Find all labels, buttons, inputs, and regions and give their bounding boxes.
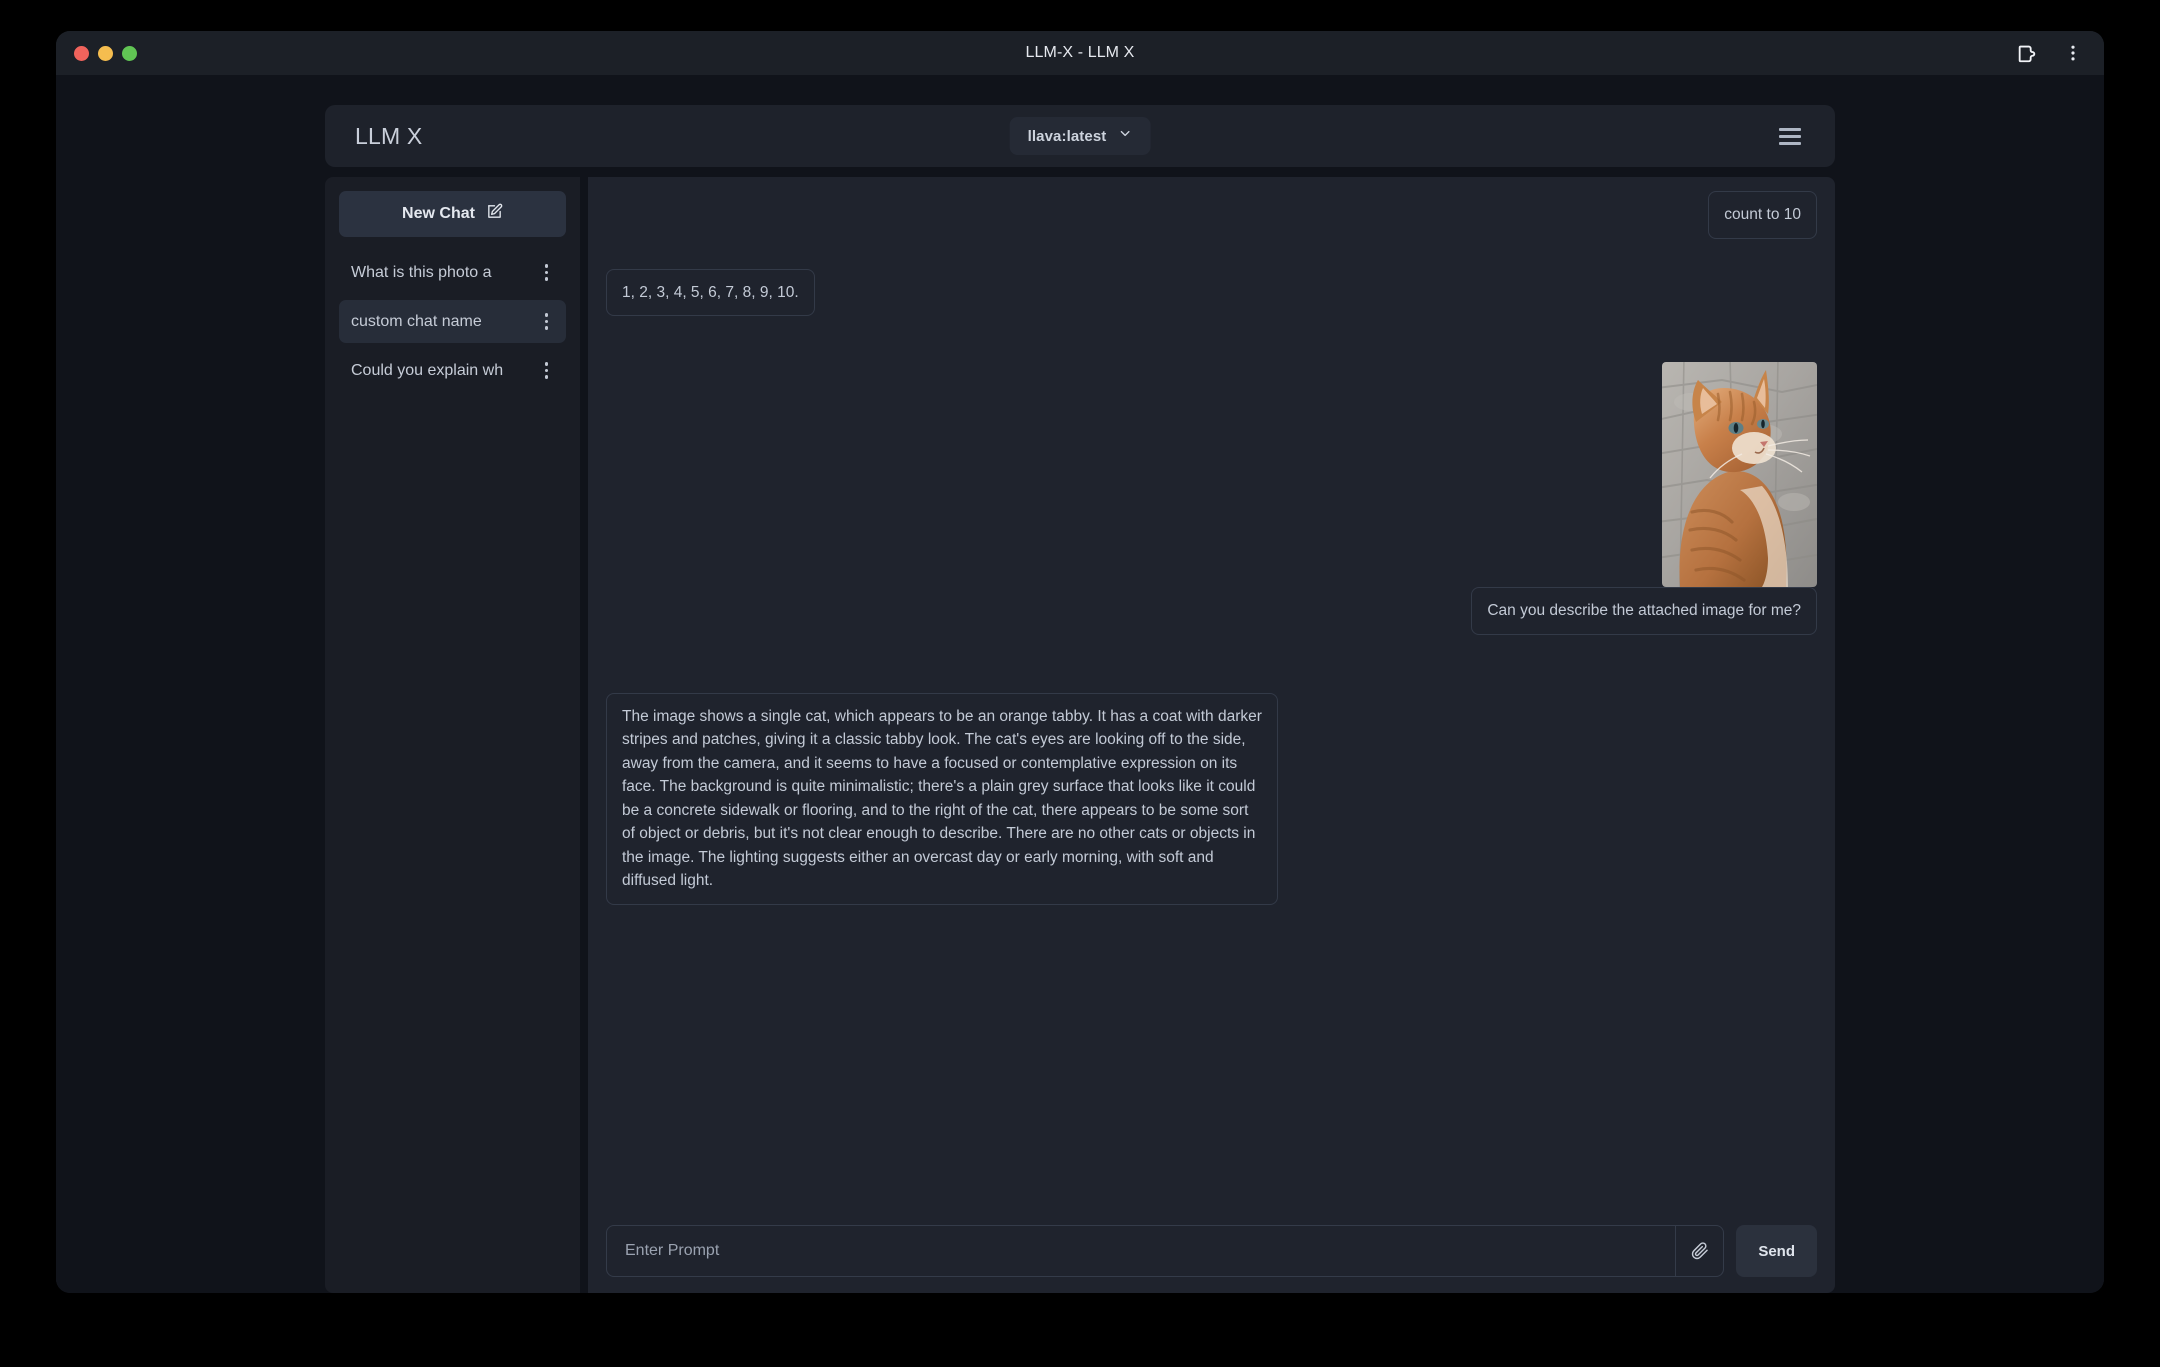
prompt-input-wrapper bbox=[606, 1225, 1725, 1277]
browser-window-title: LLM-X - LLM X bbox=[1025, 44, 1135, 61]
model-selector-label: llava:latest bbox=[1027, 127, 1107, 145]
chat-pane: count to 10 1, 2, 3, 4, 5, 6, 7, 8, 9, 1… bbox=[588, 177, 1835, 1293]
send-button[interactable]: Send bbox=[1736, 1225, 1817, 1277]
maximize-window-button[interactable] bbox=[122, 45, 137, 61]
chat-item-name: Could you explain wh bbox=[351, 361, 504, 379]
sidebar-item-chat-1[interactable]: custom chat name bbox=[339, 300, 566, 343]
message-row-assistant: The image shows a single cat, which appe… bbox=[606, 692, 1817, 906]
paperclip-icon[interactable] bbox=[1675, 1226, 1723, 1276]
app-header: LLM X llava:latest bbox=[325, 105, 1835, 167]
message-bubble-user: count to 10 bbox=[1708, 191, 1817, 239]
new-chat-button[interactable]: New Chat bbox=[339, 191, 566, 237]
kebab-menu-icon[interactable] bbox=[539, 358, 555, 383]
minimize-window-button[interactable] bbox=[98, 45, 113, 61]
hamburger-bars bbox=[1779, 127, 1801, 145]
sidebar-item-chat-0[interactable]: What is this photo a bbox=[339, 251, 566, 294]
extensions-icon[interactable] bbox=[2014, 40, 2040, 66]
hamburger-icon[interactable] bbox=[1775, 121, 1805, 151]
send-button-label: Send bbox=[1758, 1242, 1795, 1260]
page-title: LLM X bbox=[355, 122, 423, 149]
message-row-user: Can you describe the attached image for … bbox=[606, 587, 1817, 635]
message-bubble-user: Can you describe the attached image for … bbox=[1471, 587, 1817, 635]
message-row-user-attachment bbox=[606, 362, 1817, 588]
model-selector-dropdown[interactable]: llava:latest bbox=[1009, 117, 1151, 155]
chevron-down-icon bbox=[1117, 126, 1132, 146]
message-bubble-assistant: The image shows a single cat, which appe… bbox=[606, 692, 1278, 906]
edit-square-icon bbox=[486, 203, 503, 225]
chat-item-name: What is this photo a bbox=[351, 263, 492, 281]
message-row-user: count to 10 bbox=[606, 191, 1817, 239]
kebab-menu-icon[interactable] bbox=[539, 309, 555, 334]
message-list: count to 10 1, 2, 3, 4, 5, 6, 7, 8, 9, 1… bbox=[606, 191, 1817, 1213]
sidebar-item-chat-2[interactable]: Could you explain wh bbox=[339, 349, 566, 392]
prompt-composer: Send bbox=[606, 1225, 1817, 1277]
prompt-input[interactable] bbox=[607, 1226, 1676, 1276]
window-traffic-lights bbox=[74, 45, 137, 61]
browser-window: LLM-X - LLM X LLM X llava:latest New Cha… bbox=[56, 31, 2104, 1293]
app-body: New Chat What is this photo a custom cha… bbox=[325, 177, 1835, 1293]
browser-toolbar-actions bbox=[2014, 40, 2086, 66]
browser-viewport: LLM X llava:latest New Chat What is this… bbox=[56, 75, 2104, 1293]
close-window-button[interactable] bbox=[74, 45, 89, 61]
message-row-assistant: 1, 2, 3, 4, 5, 6, 7, 8, 9, 10. bbox=[606, 268, 1817, 317]
chat-item-name: custom chat name bbox=[351, 312, 482, 330]
llm-x-app: LLM X llava:latest New Chat What is this… bbox=[325, 105, 1835, 1293]
browser-titlebar: LLM-X - LLM X bbox=[56, 31, 2104, 75]
kebab-menu-icon[interactable] bbox=[539, 260, 555, 285]
new-chat-label: New Chat bbox=[402, 205, 475, 222]
orange-tabby-cat-photo[interactable] bbox=[1662, 362, 1817, 588]
message-bubble-assistant: 1, 2, 3, 4, 5, 6, 7, 8, 9, 10. bbox=[606, 268, 815, 317]
chat-sidebar: New Chat What is this photo a custom cha… bbox=[325, 177, 580, 1293]
browser-menu-icon[interactable] bbox=[2060, 40, 2086, 66]
